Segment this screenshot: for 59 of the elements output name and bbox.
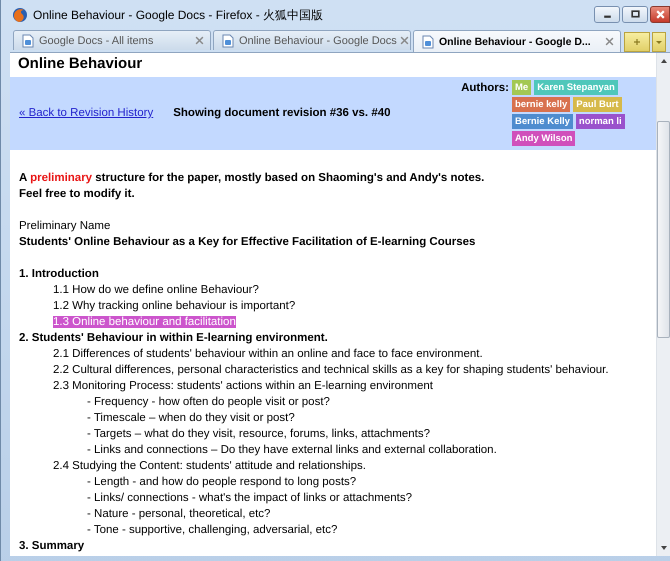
author-tag: Paul Burt [573,97,622,112]
name-label: Preliminary Name [19,219,112,234]
document-icon [22,34,34,48]
back-link[interactable]: « Back to Revision History [19,107,154,119]
author-tag: Karen Stepanyan [534,80,618,95]
document-icon [422,34,434,48]
new-tab-button[interactable] [624,32,650,52]
section-heading: 1. Introduction [19,268,99,280]
outline-item: - Links/ connections - what's the impact of links or attachments? [87,492,412,504]
tab-label[interactable]: Online Behaviour - Google D... [439,36,602,48]
author-tag: bernie kelly [512,97,570,112]
outline-item: - Links and connections – Do they have external links and external collaboration. [87,444,497,456]
outline-item: 1.1 How do we define online Behaviour? [53,284,259,296]
intro-text: Feel free to modify it. [19,187,136,202]
outline-item: - Tone - supportive, challenging, adversarial, etc? [87,524,338,536]
browser-tab[interactable]: Google Docs - All items [13,30,211,50]
revision-info: Showing document revision #36 vs. #40 [173,107,391,119]
tab-label[interactable]: Google Docs - All items [39,34,192,46]
browser-tab[interactable]: Online Behaviour - Google Docs [213,30,411,50]
section-heading: 2. Students' Behaviour in within E-learning environment. [19,332,328,344]
author-tag: Me [512,80,532,95]
outline-item: - Targets – what do they visit, resource, forums, links, attachments? [87,428,430,440]
outline-item: - Frequency - how often do people visit or post? [87,396,330,408]
close-icon [654,10,666,18]
outline-item: 2.1 Differences of students' behaviour within an online and face to face environment. [53,348,483,360]
outline-item: - Timescale – when do they visit or post? [87,412,295,424]
close-tab-icon[interactable] [400,36,409,45]
outline-item: 1.3 Online behaviour and facilitation [53,316,236,328]
scroll-up-icon[interactable] [660,58,668,64]
intro-text: A preliminary structure for the paper, mostly based on Shaoming's and Andy's notes. [19,171,486,186]
outline-item: 2.4 Studying the Content: students' attitude and relationships. [53,460,366,472]
author-tag: Andy Wilson [512,131,576,146]
tab-list-button[interactable] [652,32,666,52]
outline-item: - Nature - personal, theoretical, etc? [87,508,270,520]
section-heading: 3. Summary [19,540,84,552]
close-tab-icon[interactable] [195,36,204,45]
scroll-down-icon[interactable] [660,545,668,551]
tab-label[interactable]: Online Behaviour - Google Docs [239,34,397,46]
paper-title: Students' Online Behaviour as a Key for Effective Facilitation of E-learning Courses [19,235,476,250]
page-heading: Online Behaviour [17,54,144,74]
outline-item: 2.2 Cultural differences, personal characteristics and technical skills as a key for shaping students' behaviour. [53,364,609,376]
minimize-button[interactable] [594,6,620,22]
plus-icon [632,37,642,47]
outline-item: 1.2 Why tracking online behaviour is important? [53,300,296,312]
outline-item: 2.3 Monitoring Process: students' actions within an E-learning environment [53,380,433,392]
scrollbar[interactable] [656,53,670,556]
authors-label: Authors: [461,82,509,94]
browser-tab[interactable]: Online Behaviour - Google D... [413,30,621,52]
document-icon [222,34,234,48]
close-tab-icon[interactable] [605,37,614,46]
author-tag: norman li [576,114,625,129]
browser-logo-icon [12,7,28,23]
close-button[interactable] [650,6,670,22]
maximize-icon [630,10,640,18]
window-title: Online Behaviour - Google Docs - Firefox - 火狐中国版 [33,6,324,24]
maximize-button[interactable] [622,6,648,22]
outline-item: - Length - and how do people respond to long posts? [87,476,356,488]
scroll-thumb[interactable] [657,121,670,338]
author-tag: Bernie Kelly [512,114,573,129]
